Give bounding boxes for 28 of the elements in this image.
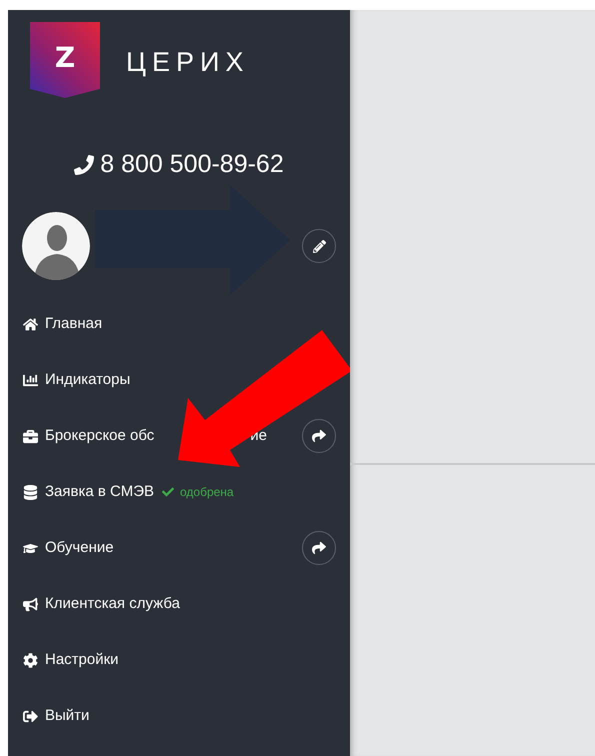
bar-chart-icon xyxy=(23,372,38,388)
menu-item[interactable]: Настройки xyxy=(45,648,119,672)
menu-item[interactable]: Обучение xyxy=(45,536,114,560)
share-icon xyxy=(312,541,326,555)
check-icon xyxy=(162,486,174,498)
phone-number: 8 800 500-89-62 xyxy=(100,149,284,180)
logo-text: ЦЕРИХ xyxy=(126,46,250,79)
share-button[interactable] xyxy=(302,531,336,565)
pencil-icon xyxy=(312,240,326,252)
share-icon xyxy=(312,429,326,443)
settings-icon xyxy=(23,652,38,668)
share-button[interactable] xyxy=(302,419,336,453)
menu-item[interactable]: Брокерское обс xyxy=(45,424,154,448)
logout-icon xyxy=(23,708,38,724)
phone-icon xyxy=(74,155,94,175)
menu-item[interactable]: Клиентская служба xyxy=(45,592,180,616)
megaphone-icon xyxy=(23,596,38,612)
menu-item[interactable]: Выйти xyxy=(45,704,90,728)
database-icon xyxy=(23,484,38,500)
menu-item[interactable]: Индикаторы xyxy=(45,368,130,392)
briefcase-icon xyxy=(23,428,38,444)
menu-item[interactable]: Заявка в СМЭВ xyxy=(45,480,154,504)
home-icon xyxy=(23,316,38,332)
avatar xyxy=(22,212,90,280)
status-text: одобрена xyxy=(180,484,234,501)
logo-mark: Z xyxy=(30,22,100,98)
menu-item[interactable]: Главная xyxy=(45,312,102,336)
edit-button[interactable] xyxy=(302,229,336,263)
